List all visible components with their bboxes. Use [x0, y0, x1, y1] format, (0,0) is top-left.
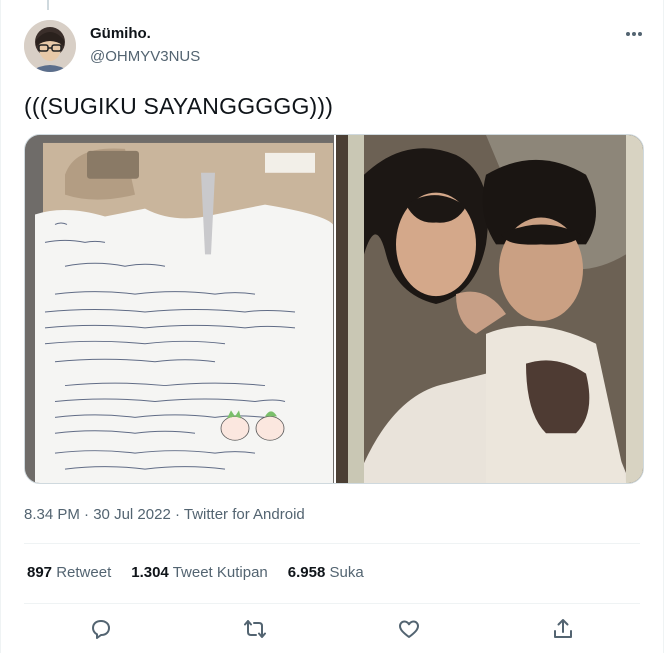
like-count-label: Suka [329, 564, 364, 581]
tweet-time[interactable]: 8.34 PM [24, 506, 80, 523]
like-count[interactable]: 6.958 Suka [288, 564, 364, 581]
like-button[interactable] [389, 609, 429, 649]
divider [24, 543, 640, 544]
tweet-meta: 8.34 PM · 30 Jul 2022 · Twitter for Andr… [24, 506, 305, 523]
share-icon [554, 619, 572, 638]
author-handle[interactable]: @OHMYV3NUS [90, 48, 200, 65]
quote-count[interactable]: 1.304 Tweet Kutipan [131, 564, 268, 581]
retweet-count-value: 897 [27, 564, 53, 581]
letter-photo[interactable] [25, 135, 334, 483]
retweet-count-label: Retweet [56, 564, 112, 581]
retweet-icon [244, 620, 266, 638]
heart-icon [399, 620, 419, 638]
author-name[interactable]: Gümiho. [90, 25, 151, 42]
tweet-text: (((SUGIKU SAYANGGGGG))) [24, 93, 334, 119]
tweet-actions [24, 605, 640, 653]
retweet-button[interactable] [235, 609, 275, 649]
divider [24, 603, 640, 604]
reply-button[interactable] [81, 609, 121, 649]
reply-icon [92, 620, 110, 639]
meta-separator: · [170, 506, 184, 523]
avatar[interactable] [24, 20, 76, 72]
media-grid [24, 134, 644, 484]
quote-count-label: Tweet Kutipan [172, 564, 268, 581]
retweet-count[interactable]: 897 Retweet [27, 564, 111, 581]
tweet-source[interactable]: Twitter for Android [184, 506, 305, 523]
share-button[interactable] [543, 609, 583, 649]
tweet-date[interactable]: 30 Jul 2022 [93, 506, 171, 523]
more-dots-icon [626, 32, 642, 36]
couple-photo[interactable] [336, 135, 643, 483]
thread-connector-line [47, 0, 49, 10]
tweet-stats: 897 Retweet 1.304 Tweet Kutipan 6.958 Su… [27, 564, 364, 581]
meta-separator: · [79, 506, 94, 523]
frame-border-left [0, 0, 1, 653]
more-options-button[interactable] [618, 24, 650, 44]
like-count-value: 6.958 [287, 564, 326, 581]
quote-count-value: 1.304 [131, 564, 169, 581]
